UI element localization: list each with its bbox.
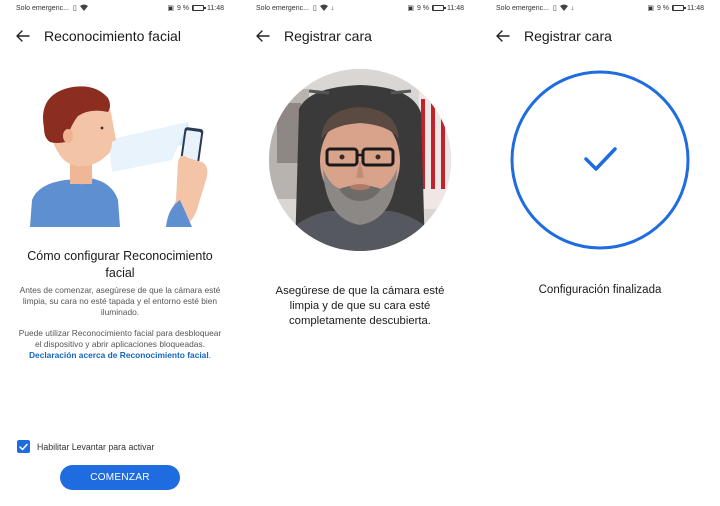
vibrate-icon: ▣ [647,4,654,12]
usage-period: . [208,350,211,360]
page-title: Registrar cara [284,28,372,44]
back-arrow-icon[interactable] [254,27,272,45]
success-ring [509,69,691,251]
status-bar: Solo emergenc... ▯ ▣ 9 % 11:48 [0,0,240,16]
usage-text: Puede utilizar Reconocimiento facial par… [18,328,222,349]
app-bar: Reconocimiento facial [0,24,240,48]
clock: 11:48 [207,4,224,12]
page-title: Reconocimiento facial [44,28,181,44]
carrier-text: Solo emergenc... [256,4,309,12]
sim-icon: ▯ [72,4,77,12]
carrier-text: Solo emergenc... [496,4,549,12]
battery-icon [672,5,686,11]
status-bar: Solo emergenc... ▯ ↓ ▣ 9 % 11:48 [480,0,720,16]
wifi-icon [559,4,568,13]
raise-to-wake-option[interactable]: Habilitar Levantar para activar [17,440,154,453]
battery-text: 9 % [416,4,429,12]
vibrate-icon: ▣ [407,4,414,12]
face-scan-illustration [20,82,220,227]
howto-heading: Cómo configurar Reconocimiento facial [27,249,213,280]
usage-paragraph: Puede utilizar Reconocimiento facial par… [18,328,222,361]
screen-register-face-done: Solo emergenc... ▯ ↓ ▣ 9 % 11:48 Registr… [480,0,720,506]
app-bar: Registrar cara [240,24,480,48]
status-bar: Solo emergenc... ▯ ↓ ▣ 9 % 11:48 [240,0,480,16]
setup-complete-text: Configuración finalizada [538,284,662,296]
intro-paragraph: Antes de comenzar, asegúrese de que la c… [19,285,221,317]
wifi-icon [319,4,328,13]
raise-to-wake-checkbox[interactable] [17,440,30,453]
clock: 11:48 [687,4,704,12]
vibrate-icon: ▣ [167,4,174,12]
checkmark-icon [19,443,28,450]
app-bar: Registrar cara [480,24,720,48]
battery-icon [432,5,446,11]
start-button[interactable]: COMENZAR [60,465,180,490]
download-icon: ↓ [570,4,575,12]
wifi-icon [79,4,88,13]
capture-instruction: Asegúrese de que la cámara esté limpia y… [275,285,445,327]
back-arrow-icon[interactable] [14,27,32,45]
camera-preview [269,69,451,251]
raise-to-wake-label: Habilitar Levantar para activar [37,441,155,452]
battery-icon [192,5,206,11]
battery-text: 9 % [656,4,669,12]
download-icon: ↓ [330,4,335,12]
sim-icon: ▯ [312,4,317,12]
clock: 11:48 [447,4,464,12]
checkmark-icon [584,147,617,171]
battery-text: 9 % [176,4,189,12]
screen-register-face-capture: Solo emergenc... ▯ ↓ ▣ 9 % 11:48 Registr… [240,0,480,506]
sim-icon: ▯ [552,4,557,12]
privacy-statement-link[interactable]: Declaración acerca de Reconocimiento fac… [29,350,209,360]
back-arrow-icon[interactable] [494,27,512,45]
page-title: Registrar cara [524,28,612,44]
screen-face-recognition-intro: Solo emergenc... ▯ ▣ 9 % 11:48 Reconocim… [0,0,240,506]
carrier-text: Solo emergenc... [16,4,69,12]
